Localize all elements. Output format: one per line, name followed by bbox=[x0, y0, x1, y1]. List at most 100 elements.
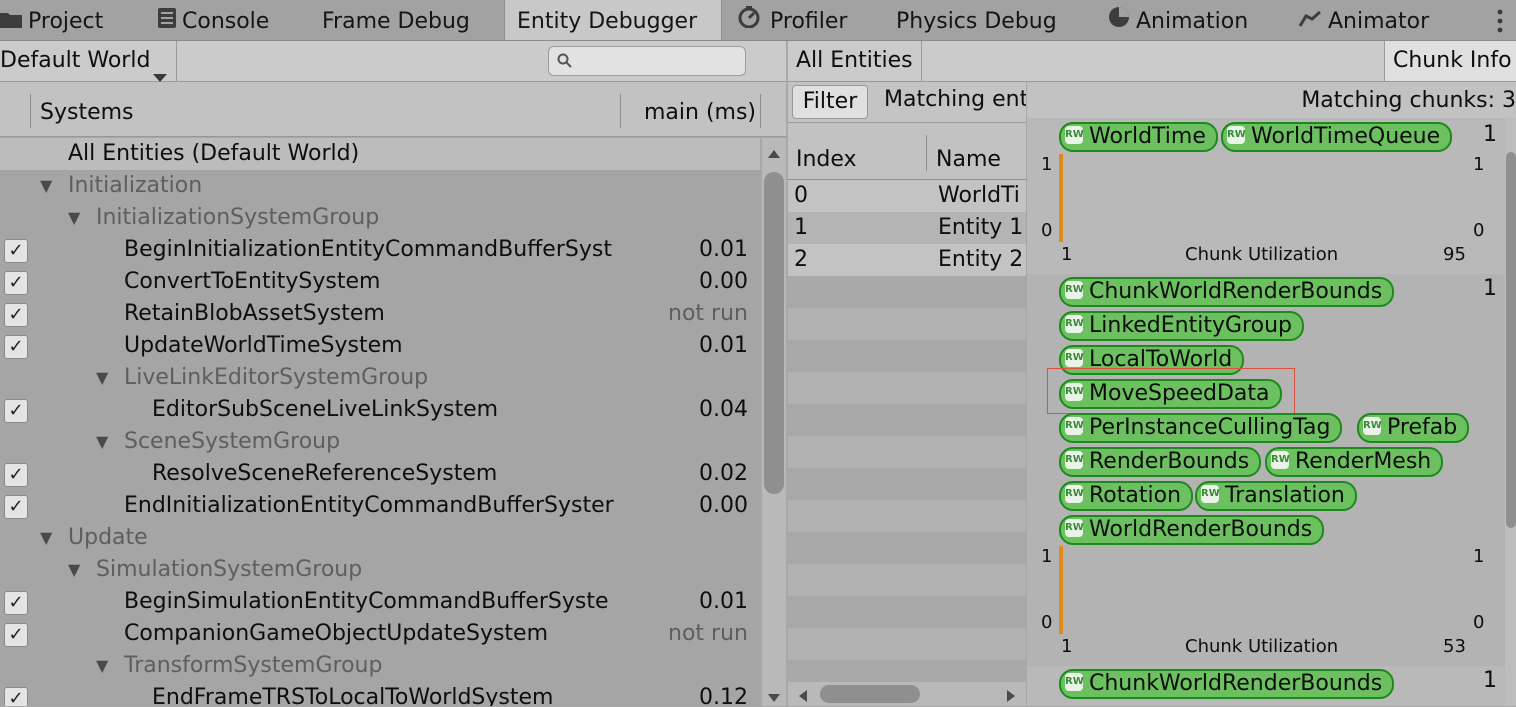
checkbox[interactable]: ✓ bbox=[4, 399, 28, 423]
empty-row bbox=[788, 372, 1026, 404]
list-item[interactable]: ▼ Initialization bbox=[0, 170, 760, 202]
list-item[interactable]: ▼ LiveLinkEditorSystemGroup bbox=[0, 362, 760, 394]
component-tag[interactable]: RW WorldTime bbox=[1059, 122, 1218, 152]
component-tag[interactable]: RW Translation bbox=[1195, 481, 1357, 511]
table-row[interactable]: 0 WorldTi bbox=[788, 180, 1026, 212]
list-item[interactable]: ✓ CompanionGameObjectUpdateSystem not ru… bbox=[0, 618, 760, 650]
world-dropdown[interactable]: Default World bbox=[0, 41, 177, 82]
component-tag[interactable]: RW WorldRenderBounds bbox=[1059, 515, 1325, 545]
list-item[interactable]: ✓ ConvertToEntitySystem 0.00 bbox=[0, 266, 760, 298]
more-options-icon[interactable] bbox=[1492, 8, 1508, 34]
list-item[interactable]: ✓ RetainBlobAssetSystem not run bbox=[0, 298, 760, 330]
triangle-down-icon[interactable]: ▼ bbox=[68, 554, 80, 586]
triangle-down-icon[interactable]: ▼ bbox=[40, 170, 52, 202]
component-tag[interactable]: RW RenderMesh bbox=[1265, 447, 1444, 477]
chunk-count: 1 bbox=[1483, 122, 1497, 147]
component-tag[interactable]: RW RenderBounds bbox=[1059, 447, 1262, 477]
scrollbar-thumb[interactable] bbox=[1506, 152, 1516, 528]
utilization-bar bbox=[1059, 546, 1063, 634]
rw-icon: RW bbox=[1065, 281, 1084, 299]
scroll-right-icon[interactable] bbox=[1006, 688, 1016, 706]
list-item[interactable]: ▼ TransformSystemGroup bbox=[0, 650, 760, 682]
scroll-down-icon[interactable] bbox=[767, 688, 781, 707]
all-entities-dropdown[interactable]: All Entities bbox=[788, 41, 922, 81]
scrollbar-thumb[interactable] bbox=[764, 172, 784, 494]
tab-profiler[interactable]: Profiler bbox=[738, 0, 878, 40]
component-tag[interactable]: RW PerInstanceCullingTag bbox=[1059, 413, 1343, 443]
empty-row bbox=[788, 468, 1026, 500]
rw-icon: RW bbox=[1065, 349, 1084, 367]
list-item[interactable]: ✓ EndFrameTRSToLocalToWorldSystem 0.12 bbox=[0, 682, 760, 706]
checkbox[interactable]: ✓ bbox=[4, 687, 28, 706]
search-input[interactable] bbox=[548, 46, 746, 76]
tab-project[interactable]: Project bbox=[0, 0, 140, 40]
component-tag[interactable]: RW MoveSpeedData bbox=[1059, 379, 1282, 409]
console-icon bbox=[158, 0, 176, 44]
chunk-scrollbar[interactable] bbox=[1505, 118, 1516, 706]
chunk-info-button[interactable]: Chunk Info bbox=[1384, 41, 1516, 81]
triangle-down-icon[interactable]: ▼ bbox=[68, 202, 80, 234]
tab-animation[interactable]: Animation bbox=[1108, 0, 1278, 40]
list-item[interactable]: All Entities (Default World) bbox=[0, 138, 760, 170]
timing-column-header[interactable]: main (ms) bbox=[644, 100, 756, 125]
list-item[interactable]: ✓ BeginSimulationEntityCommandBufferSyst… bbox=[0, 586, 760, 618]
checkbox[interactable]: ✓ bbox=[4, 495, 28, 519]
checkbox[interactable]: ✓ bbox=[4, 303, 28, 327]
component-tag[interactable]: RW ChunkWorldRenderBounds bbox=[1059, 277, 1395, 307]
empty-row bbox=[788, 564, 1026, 596]
systems-scrollbar[interactable] bbox=[762, 138, 786, 706]
component-tag[interactable]: RW Rotation bbox=[1059, 481, 1194, 511]
tab-console[interactable]: Console bbox=[158, 0, 308, 40]
column-divider[interactable] bbox=[620, 94, 621, 128]
axis-label: 0 bbox=[1041, 612, 1053, 633]
list-item[interactable]: ✓ BeginInitializationEntityCommandBuffer… bbox=[0, 234, 760, 266]
triangle-down-icon[interactable]: ▼ bbox=[96, 362, 108, 394]
triangle-down-icon[interactable]: ▼ bbox=[96, 426, 108, 458]
checkbox[interactable]: ✓ bbox=[4, 591, 28, 615]
scroll-left-icon[interactable] bbox=[798, 688, 808, 706]
component-tag[interactable]: RW WorldTimeQueue bbox=[1221, 122, 1453, 152]
filter-button[interactable]: Filter bbox=[792, 85, 868, 119]
checkbox[interactable]: ✓ bbox=[4, 335, 28, 359]
axis-label: 95 bbox=[1443, 244, 1466, 265]
rw-icon: RW bbox=[1065, 485, 1084, 503]
entities-hscrollbar[interactable] bbox=[788, 682, 1026, 706]
name-column-header[interactable]: Name bbox=[936, 147, 1001, 172]
triangle-down-icon[interactable]: ▼ bbox=[96, 650, 108, 682]
column-divider[interactable] bbox=[926, 135, 927, 171]
chunk-count: 1 bbox=[1483, 276, 1497, 301]
scroll-up-icon[interactable] bbox=[767, 144, 781, 163]
animation-icon bbox=[1108, 0, 1130, 44]
tab-animator[interactable]: Animator bbox=[1298, 0, 1448, 40]
triangle-down-icon[interactable]: ▼ bbox=[40, 522, 52, 554]
scrollbar-thumb[interactable] bbox=[820, 685, 920, 703]
component-tag[interactable]: RW LinkedEntityGroup bbox=[1059, 311, 1304, 341]
list-item[interactable]: ✓ EndInitializationEntityCommandBufferSy… bbox=[0, 490, 760, 522]
entities-panel: Filter Matching ent Index Name 0 WorldTi… bbox=[788, 82, 1026, 706]
column-divider[interactable] bbox=[30, 94, 31, 128]
index-column-header[interactable]: Index bbox=[796, 147, 857, 172]
tab-frame-debug[interactable]: Frame Debug bbox=[322, 0, 492, 40]
utilization-label: Chunk Utilization bbox=[1185, 244, 1339, 265]
checkbox[interactable]: ✓ bbox=[4, 623, 28, 647]
tab-physics-debug[interactable]: Physics Debug bbox=[896, 0, 1086, 40]
checkbox[interactable]: ✓ bbox=[4, 239, 28, 263]
checkbox[interactable]: ✓ bbox=[4, 463, 28, 487]
table-row[interactable]: 2 Entity 2 bbox=[788, 244, 1026, 276]
list-item[interactable]: ▼ SimulationSystemGroup bbox=[0, 554, 760, 586]
table-row[interactable]: 1 Entity 1 bbox=[788, 212, 1026, 244]
list-item[interactable]: ✓ ResolveSceneReferenceSystem 0.02 bbox=[0, 458, 760, 490]
list-item[interactable]: ▼ Update bbox=[0, 522, 760, 554]
list-item[interactable]: ▼ InitializationSystemGroup bbox=[0, 202, 760, 234]
list-item[interactable]: ▼ SceneSystemGroup bbox=[0, 426, 760, 458]
list-item[interactable]: ✓ UpdateWorldTimeSystem 0.01 bbox=[0, 330, 760, 362]
list-item[interactable]: ✓ EditorSubSceneLiveLinkSystem 0.04 bbox=[0, 394, 760, 426]
component-tag[interactable]: RW Prefab bbox=[1357, 413, 1470, 443]
systems-column-header[interactable]: Systems bbox=[40, 100, 134, 125]
world-toolbar: Default World bbox=[0, 41, 786, 82]
tab-entity-debugger[interactable]: Entity Debugger bbox=[504, 0, 722, 40]
checkbox[interactable]: ✓ bbox=[4, 271, 28, 295]
component-tag[interactable]: RW ChunkWorldRenderBounds bbox=[1059, 669, 1395, 699]
empty-row bbox=[788, 628, 1026, 660]
axis-label: 0 bbox=[1041, 220, 1053, 241]
